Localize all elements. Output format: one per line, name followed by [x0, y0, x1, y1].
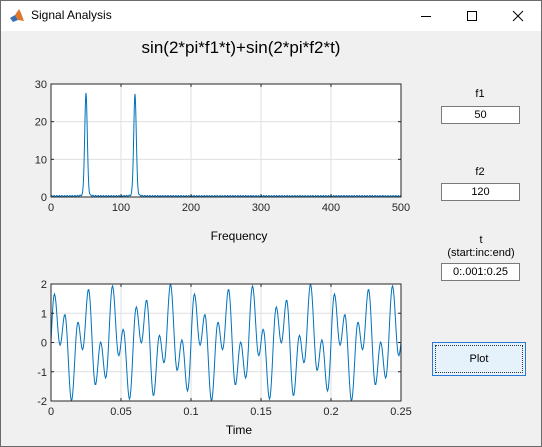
x-tick-label: 0.2 [323, 406, 338, 418]
close-icon [512, 10, 524, 22]
plot-button[interactable]: Plot [432, 342, 526, 376]
f1-field[interactable] [441, 106, 520, 124]
x-tick-label: 0.25 [390, 406, 411, 418]
x-tick-label: 0.1 [183, 406, 198, 418]
close-button[interactable] [495, 1, 541, 31]
maximize-icon [467, 11, 477, 21]
y-tick-label: -1 [37, 367, 47, 379]
f2-field[interactable] [441, 183, 520, 201]
t-label: t [479, 234, 483, 246]
time-axes: 0 0.05 0.1 0.15 0.2 0.25 -2 -1 0 1 2 [37, 279, 411, 418]
time-axis-label: Time [225, 423, 253, 437]
t-range-field[interactable] [441, 263, 520, 281]
t-sublabel: (start:inc:end) [447, 247, 515, 259]
f2-label: f2 [475, 166, 485, 178]
signal-analysis-window: Signal Analysis sin(2*pi*f1*t)+sin(2*pi*… [0, 0, 542, 447]
x-tick-label: 0.05 [110, 406, 131, 418]
x-tick-label: 0 [48, 406, 54, 418]
x-tick-label: 0.15 [250, 406, 271, 418]
maximize-button[interactable] [449, 1, 495, 31]
y-tick-label: -2 [37, 396, 47, 408]
y-tick-label: 1 [41, 308, 47, 320]
y-tick-label: 0 [41, 338, 47, 350]
y-tick-label: 2 [41, 279, 47, 291]
f1-label: f1 [475, 88, 485, 100]
